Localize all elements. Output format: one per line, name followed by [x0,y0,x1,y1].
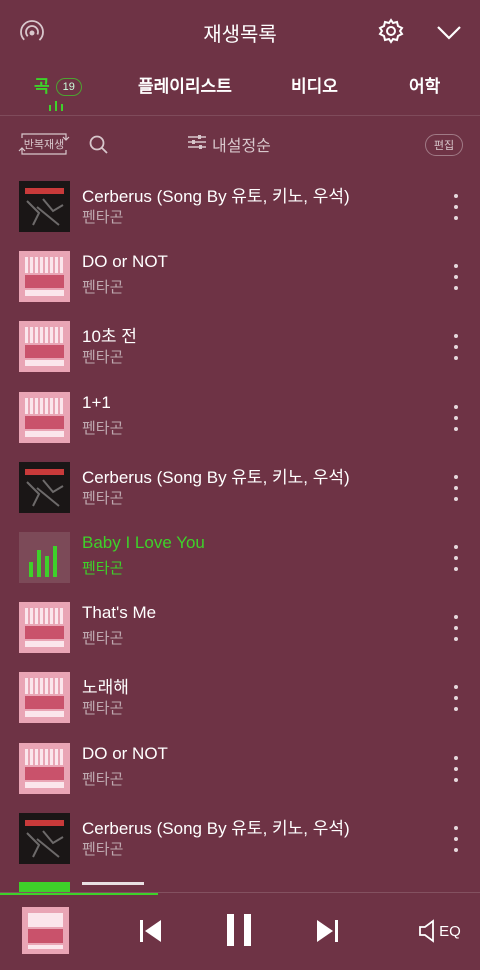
tab-language[interactable]: 어학 [409,72,440,97]
song-list-item[interactable]: DO or NOT 펜타곤 [0,242,480,312]
tab-videos[interactable]: 비디오 [291,72,338,97]
song-artist: 펜타곤 [82,419,124,437]
song-list-item[interactable]: 10초 전펜타곤 [0,312,480,382]
previous-track-icon[interactable] [138,917,164,945]
song-title: 노래해 [82,678,129,698]
equalizer-bars-icon [48,98,64,116]
header: 재생목록 [0,0,480,62]
search-icon[interactable] [88,134,110,156]
song-title: DO or NOT [82,743,168,763]
more-options-icon[interactable] [450,685,462,712]
song-artist: 펜타곤 [82,489,124,507]
song-list-item[interactable]: Baby I Love You 펜타곤 [0,523,480,593]
more-options-icon[interactable] [450,545,462,571]
song-artist: 펜타곤 [82,700,124,718]
album-art [19,181,70,232]
list-toolbar: 반복재생 내설정순 편집 [0,126,480,162]
tab-bar: 곡 19 플레이리스트 비디오 어학 [0,62,480,116]
chevron-down-icon[interactable] [434,20,464,44]
more-options-icon[interactable] [450,404,462,431]
song-artist: 펜타곤 [82,560,124,577]
song-title: Cerberus (Song By 유토, 키노, 우석) [82,187,350,206]
more-options-icon[interactable] [450,615,462,642]
song-list-item[interactable]: Cerberus (Song By 유토, 키노, 우석) 펜타곤 [0,172,480,242]
more-options-icon[interactable] [450,825,462,852]
page-title: 재생목록 [203,24,277,46]
more-options-icon[interactable] [450,334,462,361]
more-options-icon[interactable] [450,474,462,501]
song-title: DO or NOT [82,252,168,272]
eq-label: EQ [439,922,461,940]
song-list-item[interactable]: DO or NOT 펜타곤 [0,734,480,804]
partial-list-item [0,878,480,892]
song-artist: 펜타곤 [82,630,124,648]
playback-progress-bar[interactable] [0,893,159,895]
eq-speaker-button[interactable]: EQ [416,917,462,945]
album-art [19,672,70,724]
tab-songs-label: 곡 [34,77,50,96]
more-options-icon[interactable] [450,194,462,220]
album-art [19,251,70,303]
sort-label: 내설정순 [212,138,271,155]
song-title: 1+1 [82,392,111,412]
mini-player: EQ [0,892,480,970]
settings-gear-icon[interactable] [377,17,405,45]
album-art [19,602,70,654]
next-track-icon[interactable] [314,917,340,945]
song-list-item[interactable]: 1+1 펜타곤 [0,383,480,453]
song-title: 10초 전 [82,327,137,347]
song-artist: 펜타곤 [82,349,124,367]
tab-songs[interactable]: 곡 19 [34,72,82,97]
album-art [19,742,70,794]
song-title: Cerberus (Song By 유토, 키노, 우석) [82,467,350,487]
edit-button[interactable]: 편집 [425,134,463,156]
song-list-item[interactable]: That's Me 펜타곤 [0,593,480,663]
song-title: Cerberus (Song By 유토, 키노, 우석) [82,818,350,838]
speaker-icon [419,919,435,943]
sort-sliders-icon [188,134,206,155]
song-artist: 펜타곤 [82,770,124,788]
song-list-item[interactable]: 노래해펜타곤 [0,663,480,733]
song-list-item[interactable]: Cerberus (Song By 유토, 키노, 우석) 펜타곤 [0,453,480,523]
song-artist: 펜타곤 [82,279,124,297]
song-artist: 펜타곤 [82,840,124,858]
now-playing-bars-icon [19,532,70,583]
repeat-label: 반복재생 [23,139,65,151]
tab-songs-count-badge: 19 [55,78,82,96]
album-art [19,321,70,373]
album-art [19,812,70,864]
song-artist: 펜타곤 [82,209,124,226]
sort-button[interactable]: 내설정순 [188,132,271,156]
song-title: Baby I Love You [82,533,205,552]
more-options-icon[interactable] [450,755,462,782]
pause-icon[interactable] [222,911,256,949]
more-options-icon[interactable] [450,264,462,291]
song-list-item[interactable]: Cerberus (Song By 유토, 키노, 우석) 펜타곤 [0,804,480,874]
repeat-button[interactable]: 반복재생 [18,130,70,158]
tab-playlists[interactable]: 플레이리스트 [138,72,232,97]
song-title: That's Me [82,603,157,623]
now-playing-album-art[interactable] [22,907,69,954]
album-art [19,461,70,513]
album-art [19,391,70,443]
